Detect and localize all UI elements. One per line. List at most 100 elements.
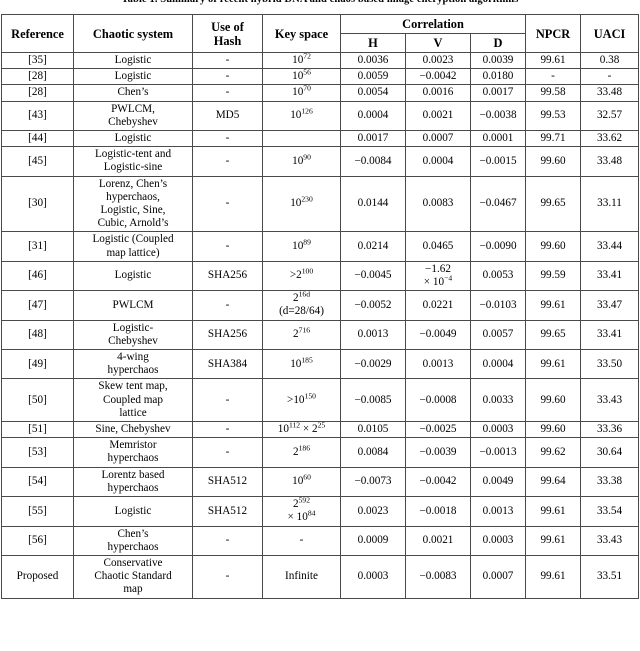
- cell-chaotic-system: Conservative Chaotic Standard map: [73, 554, 193, 599]
- cell-correlation-d: −0.0467: [469, 175, 527, 233]
- column-header-correlation-h: H: [340, 33, 406, 53]
- cell-use-of-hash: SHA512: [192, 496, 263, 527]
- cell-key-space: >2100: [262, 260, 341, 292]
- cell-correlation-v: −0.0008: [405, 378, 471, 423]
- cell-reference: [44]: [1, 130, 74, 148]
- table-row: [35] Logistic -1072 0.0036 0.0023 0.0039 99.61…: [1, 51, 640, 70]
- cell-reference: [54]: [1, 466, 74, 498]
- cell-reference: [30]: [1, 175, 74, 233]
- cell-correlation-d: 0.0003: [469, 421, 527, 439]
- table-body: [35] Logistic -1072 0.0036 0.0023 0.0039 99.61…: [1, 51, 640, 599]
- cell-chaotic-system: Lorentz based hyperchaos: [73, 466, 193, 498]
- cell-uaci: 33.48: [580, 146, 640, 177]
- cell-correlation-h: −0.0085: [340, 378, 406, 423]
- cell-correlation-d: 0.0039: [469, 51, 527, 70]
- cell-npcr: 99.60: [525, 378, 582, 423]
- cell-npcr: 99.58: [525, 84, 582, 102]
- cell-chaotic-system: Logistic (Coupled map lattice): [73, 231, 193, 262]
- cell-use-of-hash: -: [192, 68, 263, 86]
- cell-use-of-hash: -: [192, 175, 263, 233]
- table-row: [45] Logistic-tent and Logistic-sine -1090…: [1, 146, 640, 177]
- cell-uaci: 33.38: [580, 466, 640, 498]
- cell-correlation-h: −0.0073: [340, 466, 406, 498]
- cell-npcr: 99.60: [525, 231, 582, 262]
- cell-correlation-v: −0.0025: [405, 421, 471, 439]
- cell-chaotic-system: PWLCM: [73, 290, 193, 321]
- cell-uaci: 33.43: [580, 525, 640, 556]
- cell-key-space: 2186: [262, 437, 341, 468]
- cell-correlation-d: −0.0103: [469, 290, 527, 321]
- table-row: [55] Logistic SHA512 2592 × 1084 0.0023 −0.001…: [1, 496, 640, 527]
- cell-uaci: 0.38: [580, 51, 640, 70]
- cell-uaci: 33.11: [580, 175, 640, 233]
- column-header-reference: Reference: [1, 14, 74, 53]
- column-header-chaotic-system: Chaotic system: [73, 14, 193, 53]
- cell-uaci: 33.44: [580, 231, 640, 262]
- cell-uaci: 33.43: [580, 378, 640, 423]
- cell-correlation-v: 0.0083: [405, 175, 471, 233]
- cell-key-space: >10150: [262, 378, 341, 423]
- cell-correlation-h: 0.0054: [340, 84, 406, 102]
- table-row: [31] Logistic (Coupled map lattice) -1089 0…: [1, 231, 640, 262]
- cell-chaotic-system: Memristor hyperchaos: [73, 437, 193, 468]
- cell-npcr: 99.65: [525, 319, 582, 351]
- cell-reference: [45]: [1, 146, 74, 177]
- cell-correlation-h: 0.0004: [340, 100, 406, 132]
- cell-correlation-d: 0.0033: [469, 378, 527, 423]
- table-row: [44] Logistic - 0.0017 0.0007 0.0001 99.71 33.6…: [1, 130, 640, 148]
- cell-correlation-h: 0.0017: [340, 130, 406, 148]
- cell-chaotic-system: Sine, Chebyshev: [73, 421, 193, 439]
- table-caption: Table 1. Summary of recent hybrid DNA an…: [0, 0, 640, 6]
- cell-npcr: 99.61: [525, 496, 582, 527]
- cell-uaci: 33.36: [580, 421, 640, 439]
- cell-key-space: [262, 130, 341, 148]
- cell-use-of-hash: -: [192, 130, 263, 148]
- cell-use-of-hash: -: [192, 378, 263, 423]
- cell-correlation-d: −0.0015: [469, 146, 527, 177]
- cell-reference: [46]: [1, 260, 74, 292]
- cell-npcr: 99.61: [525, 51, 582, 70]
- cell-correlation-d: 0.0007: [469, 554, 527, 599]
- cell-correlation-h: 0.0036: [340, 51, 406, 70]
- table-row: [43] PWLCM, Chebyshev MD5 10126 0.0004 0.0021…: [1, 100, 640, 132]
- cell-correlation-d: 0.0013: [469, 496, 527, 527]
- cell-correlation-v: −0.0083: [405, 554, 471, 599]
- cell-correlation-h: 0.0105: [340, 421, 406, 439]
- cell-correlation-v: −0.0042: [405, 68, 471, 86]
- cell-key-space: 1090: [262, 146, 341, 177]
- cell-correlation-h: −0.0045: [340, 260, 406, 292]
- cell-key-space: 2592 × 1084: [262, 496, 341, 527]
- cell-correlation-v: −1.62 × 10−4: [405, 260, 471, 292]
- cell-reference: [47]: [1, 290, 74, 321]
- cell-reference: Proposed: [1, 554, 74, 599]
- cell-use-of-hash: -: [192, 421, 263, 439]
- cell-reference: [55]: [1, 496, 74, 527]
- cell-correlation-v: 0.0013: [405, 349, 471, 380]
- table-row: Proposed Conservative Chaotic Standard ma…: [1, 554, 640, 599]
- cell-key-space: 10112 × 225: [262, 421, 341, 439]
- cell-chaotic-system: Logistic: [73, 130, 193, 148]
- cell-correlation-h: 0.0144: [340, 175, 406, 233]
- cell-npcr: 99.59: [525, 260, 582, 292]
- cell-npcr: 99.65: [525, 175, 582, 233]
- table-row: [30] Lorenz, Chen’s hyperchaos, Logistic,…: [1, 175, 640, 233]
- cell-correlation-d: −0.0090: [469, 231, 527, 262]
- cell-correlation-v: 0.0221: [405, 290, 471, 321]
- cell-correlation-d: 0.0017: [469, 84, 527, 102]
- cell-chaotic-system: 4-wing hyperchaos: [73, 349, 193, 380]
- table-row: [47] PWLCM -216d (d=28/64) −0.0052 0.0221 −0.0…: [1, 290, 640, 321]
- cell-key-space: 1072: [262, 52, 341, 70]
- cell-npcr: 99.64: [525, 466, 582, 498]
- cell-correlation-d: −0.0013: [469, 437, 527, 468]
- table-row: [56] Chen’s hyperchaos - -0.0009 0.0021 0.000…: [1, 525, 640, 556]
- column-header-npcr: NPCR: [525, 14, 582, 53]
- cell-key-space: 10126: [262, 100, 341, 132]
- cell-npcr: 99.61: [525, 525, 582, 556]
- cell-chaotic-system: Skew tent map, Coupled map lattice: [73, 378, 193, 423]
- header-row-1: Reference Chaotic system Use of Hash Key…: [1, 14, 640, 53]
- cell-npcr: 99.61: [525, 349, 582, 380]
- cell-uaci: 33.50: [580, 349, 640, 380]
- table-row: [50] Skew tent map, Coupled map lattice - >…: [1, 378, 640, 423]
- column-header-uaci: UACI: [580, 14, 640, 53]
- column-header-correlation-v: V: [405, 33, 471, 53]
